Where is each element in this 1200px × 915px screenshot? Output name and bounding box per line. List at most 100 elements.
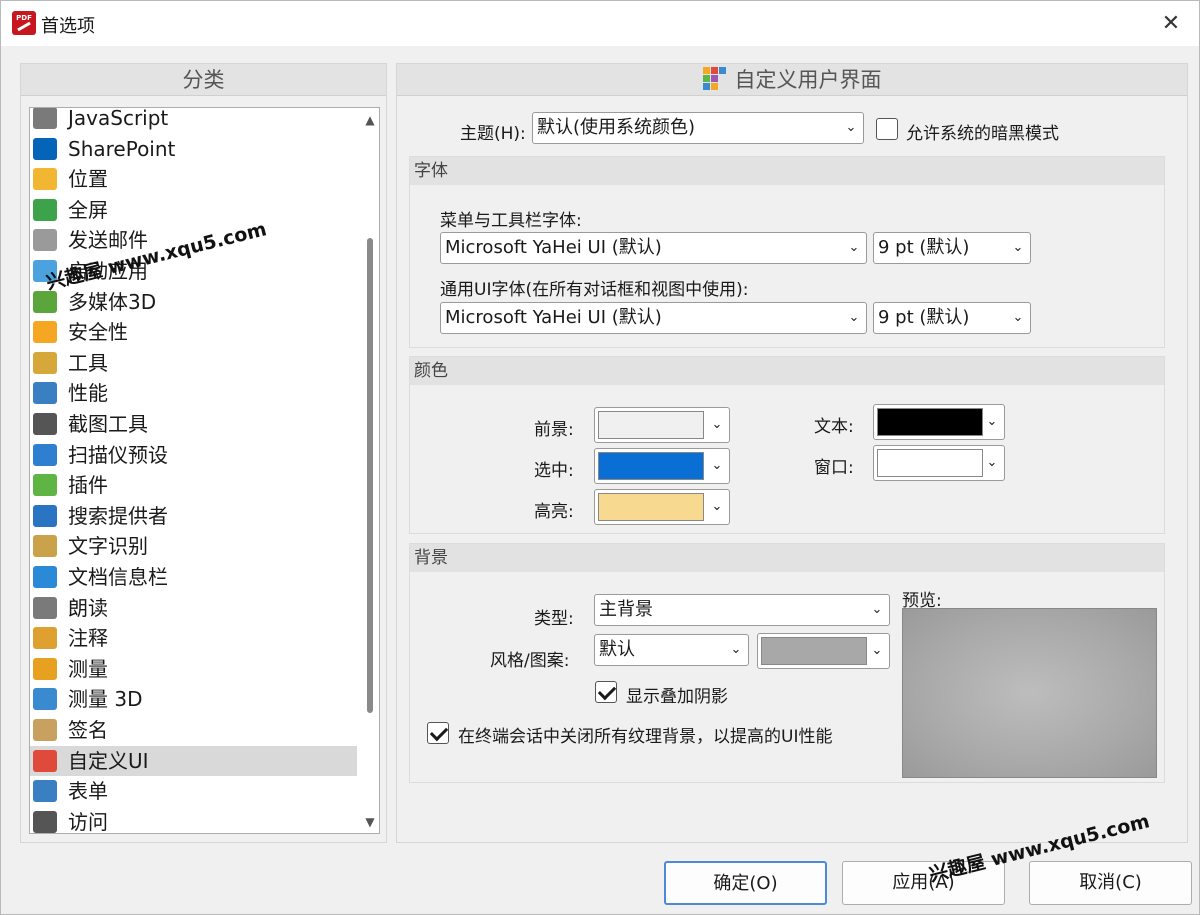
ui-font-size-select[interactable]: 9 pt (默认) ⌄	[873, 302, 1031, 334]
bg-type-select[interactable]: 主背景 ⌄	[594, 594, 890, 626]
category-item[interactable]: 安全性	[30, 317, 357, 347]
category-item-label: 文字识别	[68, 534, 148, 559]
chevron-down-icon: ⌄	[848, 310, 860, 325]
category-item-label: 性能	[68, 381, 108, 406]
ocr-document-icon	[33, 535, 57, 558]
ui-font-select[interactable]: Microsoft YaHei UI (默认) ⌄	[440, 302, 867, 334]
category-item-label: SharePoint	[68, 136, 176, 161]
scanner-icon	[33, 443, 57, 466]
bg-style-select[interactable]: 默认 ⌄	[594, 634, 749, 666]
category-item[interactable]: 签名	[30, 715, 357, 745]
show-shadow-checkbox[interactable]	[595, 681, 617, 703]
category-item[interactable]: 扫描仪预设	[30, 440, 357, 470]
speaker-icon	[33, 596, 57, 619]
category-item-label: 表单	[68, 779, 108, 804]
scroll-thumb[interactable]	[367, 238, 373, 713]
form-icon	[33, 780, 57, 803]
category-item-label: 测量	[68, 656, 108, 681]
bg-style-color-picker[interactable]: ⌄	[757, 633, 890, 669]
menu-font-size-value: 9 pt (默认)	[878, 237, 970, 258]
category-item[interactable]: 测量 3D	[30, 684, 357, 714]
category-item[interactable]: SharePoint	[30, 134, 357, 164]
shield-icon	[33, 321, 57, 344]
dark-mode-label: 允许系统的暗黑模式	[906, 124, 1059, 144]
category-item-label: 位置	[68, 167, 108, 192]
preferences-dialog: PDF 首选项 ✕ 分类 JavaScript SharePoint 位置 全屏 发送邮…	[0, 0, 1200, 915]
fonts-group-title: 字体	[410, 157, 1164, 185]
background-preview	[902, 608, 1157, 778]
pdf-app-icon: PDF	[12, 11, 36, 35]
terminal-session-checkbox[interactable]	[427, 722, 449, 744]
category-item-label: 文档信息栏	[68, 565, 168, 589]
category-item[interactable]: 截图工具	[30, 409, 357, 439]
category-item[interactable]: 文档信息栏	[30, 562, 357, 592]
category-item[interactable]: 文字识别	[30, 531, 357, 561]
category-item[interactable]: 全屏	[30, 195, 357, 225]
category-item-label: 测量 3D	[68, 687, 143, 712]
gauge-icon	[33, 382, 57, 405]
chevron-down-icon: ⌄	[711, 417, 723, 432]
category-item[interactable]: 注释	[30, 623, 357, 653]
chevron-down-icon: ⌄	[711, 458, 723, 473]
menu-font-select[interactable]: Microsoft YaHei UI (默认) ⌄	[440, 232, 867, 264]
category-item[interactable]: JavaScript	[30, 107, 357, 133]
category-item[interactable]: 自定义UI	[30, 745, 357, 776]
text-swatch	[877, 408, 983, 436]
javascript-gear-icon	[33, 108, 57, 129]
category-item-label: JavaScript	[68, 107, 169, 130]
scroll-down-icon[interactable]: ▼	[360, 812, 379, 832]
custom-ui-icon	[702, 67, 727, 91]
glasses-icon	[33, 810, 57, 833]
chevron-down-icon: ⌄	[730, 642, 742, 657]
chevron-down-icon: ⌄	[1012, 240, 1024, 255]
selection-color-picker[interactable]: ⌄	[594, 448, 730, 484]
close-icon[interactable]: ✕	[1151, 7, 1191, 41]
scroll-up-icon[interactable]: ▲	[360, 110, 379, 130]
measure-3d-icon	[33, 688, 57, 711]
category-item[interactable]: 性能	[30, 378, 357, 408]
category-item[interactable]: 搜索提供者	[30, 501, 357, 531]
foreground-label: 前景:	[534, 420, 574, 440]
category-item-label: 插件	[68, 473, 108, 498]
chevron-down-icon: ⌄	[871, 643, 883, 658]
app-icon-text: PDF	[16, 14, 32, 22]
menu-font-size-select[interactable]: 9 pt (默认) ⌄	[873, 232, 1031, 264]
text-color-picker[interactable]: ⌄	[873, 404, 1005, 440]
highlight-swatch	[598, 493, 704, 521]
category-item[interactable]: 访问	[30, 807, 357, 833]
chevron-down-icon: ⌄	[845, 120, 857, 135]
category-item[interactable]: 多媒体3D	[30, 287, 357, 317]
category-item[interactable]: 表单	[30, 776, 357, 806]
selection-swatch	[598, 452, 704, 480]
theme-select[interactable]: 默认(使用系统颜色) ⌄	[532, 112, 864, 144]
category-item-label: 截图工具	[68, 412, 148, 436]
category-item[interactable]: 插件	[30, 470, 357, 500]
globe-search-icon	[33, 504, 57, 527]
colors-group-title: 颜色	[410, 357, 1164, 385]
bg-style-swatch	[761, 637, 867, 665]
category-item[interactable]: 测量	[30, 654, 357, 684]
category-item-label: 搜索提供者	[68, 503, 168, 528]
category-scrollbar[interactable]: ▲ ▼	[360, 108, 379, 833]
category-item[interactable]: 朗读	[30, 593, 357, 623]
colors-group: 颜色	[409, 356, 1165, 534]
background-group-title: 背景	[410, 544, 1164, 572]
signature-icon	[33, 719, 57, 741]
highlight-color-picker[interactable]: ⌄	[594, 489, 730, 525]
theme-label: 主题(H):	[460, 124, 526, 144]
chevron-down-icon: ⌄	[848, 240, 860, 255]
category-item[interactable]: 位置	[30, 164, 357, 194]
foreground-color-picker[interactable]: ⌄	[594, 407, 730, 443]
category-item-label: 安全性	[68, 320, 128, 345]
cancel-button[interactable]: 取消(C)	[1029, 861, 1192, 905]
menu-font-value: Microsoft YaHei UI (默认)	[445, 237, 662, 258]
dark-mode-checkbox[interactable]	[876, 118, 898, 140]
category-item[interactable]: 工具	[30, 348, 357, 378]
ok-button[interactable]: 确定(O)	[664, 861, 827, 905]
category-list[interactable]: JavaScript SharePoint 位置 全屏 发送邮件 启动应用 多媒体3D 安全性…	[29, 107, 380, 834]
highlight-label: 高亮:	[534, 502, 574, 522]
ui-font-label: 通用UI字体(在所有对话框和视图中使用):	[440, 280, 749, 300]
bg-type-label: 类型:	[534, 609, 574, 629]
window-color-picker[interactable]: ⌄	[873, 445, 1005, 481]
custom-ui-icon	[33, 749, 57, 772]
